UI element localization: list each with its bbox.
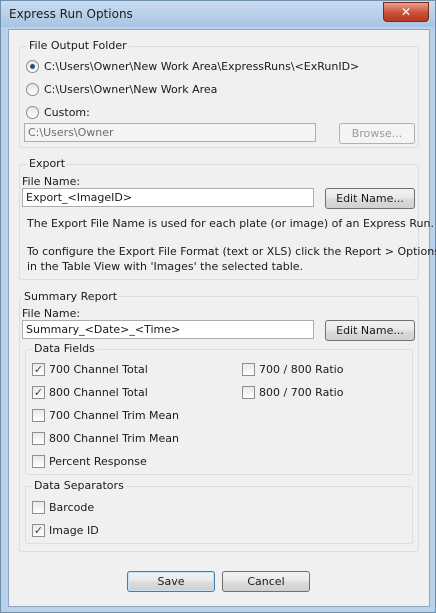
- dialog-body: File Output Folder C:\Users\Owner\New Wo…: [8, 29, 436, 607]
- output-folder-option-custom-label[interactable]: Custom:: [44, 106, 90, 119]
- custom-path-field[interactable]: C:\Users\Owner: [24, 123, 316, 142]
- export-legend: Export: [27, 157, 68, 170]
- output-folder-radio-2[interactable]: [26, 83, 39, 96]
- output-folder-radio-1[interactable]: [26, 60, 39, 73]
- data-fields-legend: Data Fields: [32, 342, 97, 355]
- field-700-total-label[interactable]: 700 Channel Total: [49, 363, 148, 376]
- export-note-1: The Export File Name is used for each pl…: [27, 217, 434, 230]
- close-icon[interactable]: ✕: [383, 2, 429, 22]
- field-percent-response-label[interactable]: Percent Response: [49, 455, 147, 468]
- radio-dot-icon: [30, 64, 35, 69]
- field-700-trim-mean-label[interactable]: 700 Channel Trim Mean: [49, 409, 179, 422]
- field-percent-response-checkbox[interactable]: [32, 455, 45, 468]
- field-800-total-label[interactable]: 800 Channel Total: [49, 386, 148, 399]
- export-file-name-label: File Name:: [22, 175, 81, 188]
- dialog-window: Express Run Options ✕ File Output Folder…: [0, 0, 436, 613]
- data-separators-legend: Data Separators: [32, 479, 126, 492]
- cancel-button[interactable]: Cancel: [222, 571, 310, 592]
- field-800-trim-mean-checkbox[interactable]: [32, 432, 45, 445]
- browse-button[interactable]: Browse...: [339, 123, 415, 144]
- summary-file-name-label: File Name:: [22, 307, 81, 320]
- summary-report-legend: Summary Report: [22, 290, 120, 303]
- output-folder-option-2-label[interactable]: C:\Users\Owner\New Work Area: [44, 83, 217, 96]
- separator-image-id-checkbox[interactable]: ✓: [32, 524, 45, 537]
- field-800-700-ratio-label[interactable]: 800 / 700 Ratio: [259, 386, 343, 399]
- checkmark-icon: ✓: [33, 363, 44, 376]
- separator-barcode-label[interactable]: Barcode: [49, 501, 94, 514]
- save-button[interactable]: Save: [127, 571, 215, 592]
- summary-file-name-field[interactable]: Summary_<Date>_<Time>: [22, 320, 314, 339]
- field-700-trim-mean-checkbox[interactable]: [32, 409, 45, 422]
- export-file-name-field[interactable]: Export_<ImageID>: [22, 188, 314, 207]
- checkmark-icon: ✓: [33, 524, 44, 537]
- summary-edit-name-button[interactable]: Edit Name...: [325, 320, 415, 341]
- field-800-trim-mean-label[interactable]: 800 Channel Trim Mean: [49, 432, 179, 445]
- output-folder-option-1-label[interactable]: C:\Users\Owner\New Work Area\ExpressRuns…: [44, 60, 359, 73]
- checkmark-icon: ✓: [33, 386, 44, 399]
- export-edit-name-button[interactable]: Edit Name...: [325, 188, 415, 209]
- field-700-800-ratio-checkbox[interactable]: [242, 363, 255, 376]
- window-title: Express Run Options: [9, 7, 133, 21]
- separator-barcode-checkbox[interactable]: [32, 501, 45, 514]
- title-bar[interactable]: Express Run Options ✕: [1, 1, 435, 27]
- field-700-total-checkbox[interactable]: ✓: [32, 363, 45, 376]
- separator-image-id-label[interactable]: Image ID: [49, 524, 99, 537]
- field-800-700-ratio-checkbox[interactable]: [242, 386, 255, 399]
- export-note-2-line-2: in the Table View with 'Images' the sele…: [27, 260, 304, 273]
- export-note-2-line-1: To configure the Export File Format (tex…: [27, 245, 436, 258]
- output-folder-radio-custom[interactable]: [26, 106, 39, 119]
- field-700-800-ratio-label[interactable]: 700 / 800 Ratio: [259, 363, 343, 376]
- file-output-folder-legend: File Output Folder: [27, 39, 129, 52]
- field-800-total-checkbox[interactable]: ✓: [32, 386, 45, 399]
